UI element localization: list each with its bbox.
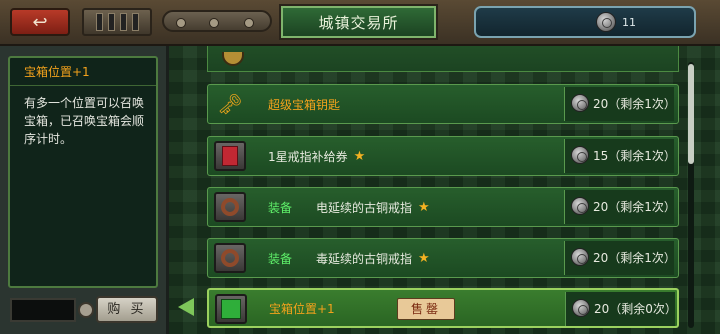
item-info-card: 宝箱位置+1 有多一个位置可以召唤宝箱，已召唤宝箱会顺序计时。 bbox=[8, 56, 158, 288]
item-name: 超级宝箱钥匙 bbox=[268, 97, 341, 112]
menu-button[interactable] bbox=[82, 8, 152, 36]
item-cost: 20（剩余1次） bbox=[564, 190, 676, 224]
item-cost: 15（剩余1次） bbox=[564, 139, 676, 173]
currency-display: 11 bbox=[474, 6, 696, 38]
menu-bar-icon bbox=[131, 13, 139, 31]
item-name: 电延续的古铜戒指 bbox=[316, 200, 413, 215]
currency-amount: 11 bbox=[622, 16, 636, 29]
item-cost-text: 20（剩余1次） bbox=[593, 200, 676, 214]
buy-button[interactable]: 购 买 bbox=[96, 296, 158, 323]
coin-icon bbox=[571, 248, 589, 266]
item-name-group: 毒延续的古铜戒指 ★ bbox=[316, 239, 430, 277]
shop-item-row[interactable]: 1星戒指补给券 ★ 15（剩余1次） bbox=[207, 136, 679, 176]
coin-icon bbox=[572, 299, 590, 317]
shop-item-row-selected[interactable]: 宝箱位置+1 售罄 20（剩余0次） bbox=[207, 288, 679, 328]
menu-bar-icon bbox=[119, 13, 127, 31]
key-icon: 🗝 bbox=[217, 92, 243, 116]
rivet-icon bbox=[176, 18, 186, 28]
item-info-description: 有多一个位置可以召唤宝箱，已召唤宝箱会顺序计时。 bbox=[24, 96, 145, 146]
selection-arrow-icon bbox=[178, 298, 194, 316]
chest-slot-icon bbox=[215, 294, 247, 324]
back-arrow-icon: ↩ bbox=[32, 11, 48, 33]
item-cost-text: 20（剩余0次） bbox=[594, 302, 677, 316]
item-cost: 20（剩余0次） bbox=[565, 292, 677, 326]
shop-item-row[interactable]: 🗝 超级宝箱钥匙 20（剩余1次） bbox=[207, 84, 679, 124]
list-item-partial[interactable] bbox=[207, 46, 679, 72]
item-name: 毒延续的古铜戒指 bbox=[316, 251, 413, 266]
ring-icon bbox=[214, 243, 246, 273]
item-info-title: 宝箱位置+1 bbox=[10, 58, 156, 86]
sold-out-badge: 售罄 bbox=[397, 298, 455, 320]
shop-item-row[interactable]: 装备 毒延续的古铜戒指 ★ 20（剩余1次） bbox=[207, 238, 679, 278]
price-display bbox=[10, 298, 76, 322]
scrollbar-thumb[interactable] bbox=[688, 64, 694, 164]
coin-icon bbox=[596, 12, 616, 32]
star-icon: ★ bbox=[418, 199, 430, 215]
page-title: 城镇交易所 bbox=[279, 4, 438, 40]
lock-icon[interactable] bbox=[78, 302, 94, 318]
item-prefix: 装备 bbox=[268, 200, 293, 215]
item-cost-text: 20（剩余1次） bbox=[593, 251, 676, 265]
back-button[interactable]: ↩ bbox=[10, 8, 70, 36]
rivet-icon bbox=[209, 18, 219, 28]
item-cost-text: 15（剩余1次） bbox=[593, 149, 676, 163]
coin-icon bbox=[222, 52, 244, 66]
item-cost: 20（剩余1次） bbox=[564, 241, 676, 275]
item-name: 1星戒指补给券 bbox=[268, 149, 348, 164]
item-name-group: 1星戒指补给券 ★ bbox=[268, 137, 365, 175]
coin-icon bbox=[571, 197, 589, 215]
rivet-icon bbox=[244, 18, 254, 28]
menu-bar-icon bbox=[95, 13, 103, 31]
ticket-icon bbox=[214, 141, 246, 171]
decorative-pipe bbox=[162, 10, 272, 32]
item-info-panel: 宝箱位置+1 有多一个位置可以召唤宝箱，已召唤宝箱会顺序计时。 购 买 bbox=[0, 46, 169, 334]
item-cost: 20（剩余1次） bbox=[564, 87, 676, 121]
coin-icon bbox=[571, 146, 589, 164]
top-bar: ↩ 城镇交易所 11 bbox=[0, 0, 720, 46]
star-icon: ★ bbox=[353, 148, 366, 164]
star-icon: ★ bbox=[418, 250, 430, 266]
item-name-group: 电延续的古铜戒指 ★ bbox=[316, 188, 430, 226]
ring-icon bbox=[214, 192, 246, 222]
coin-icon bbox=[571, 94, 589, 112]
shop-item-row[interactable]: 装备 电延续的古铜戒指 ★ 20（剩余1次） bbox=[207, 187, 679, 227]
item-cost-text: 20（剩余1次） bbox=[593, 97, 676, 111]
menu-bar-icon bbox=[107, 13, 115, 31]
item-name: 宝箱位置+1 bbox=[269, 301, 335, 316]
item-prefix: 装备 bbox=[268, 251, 293, 266]
